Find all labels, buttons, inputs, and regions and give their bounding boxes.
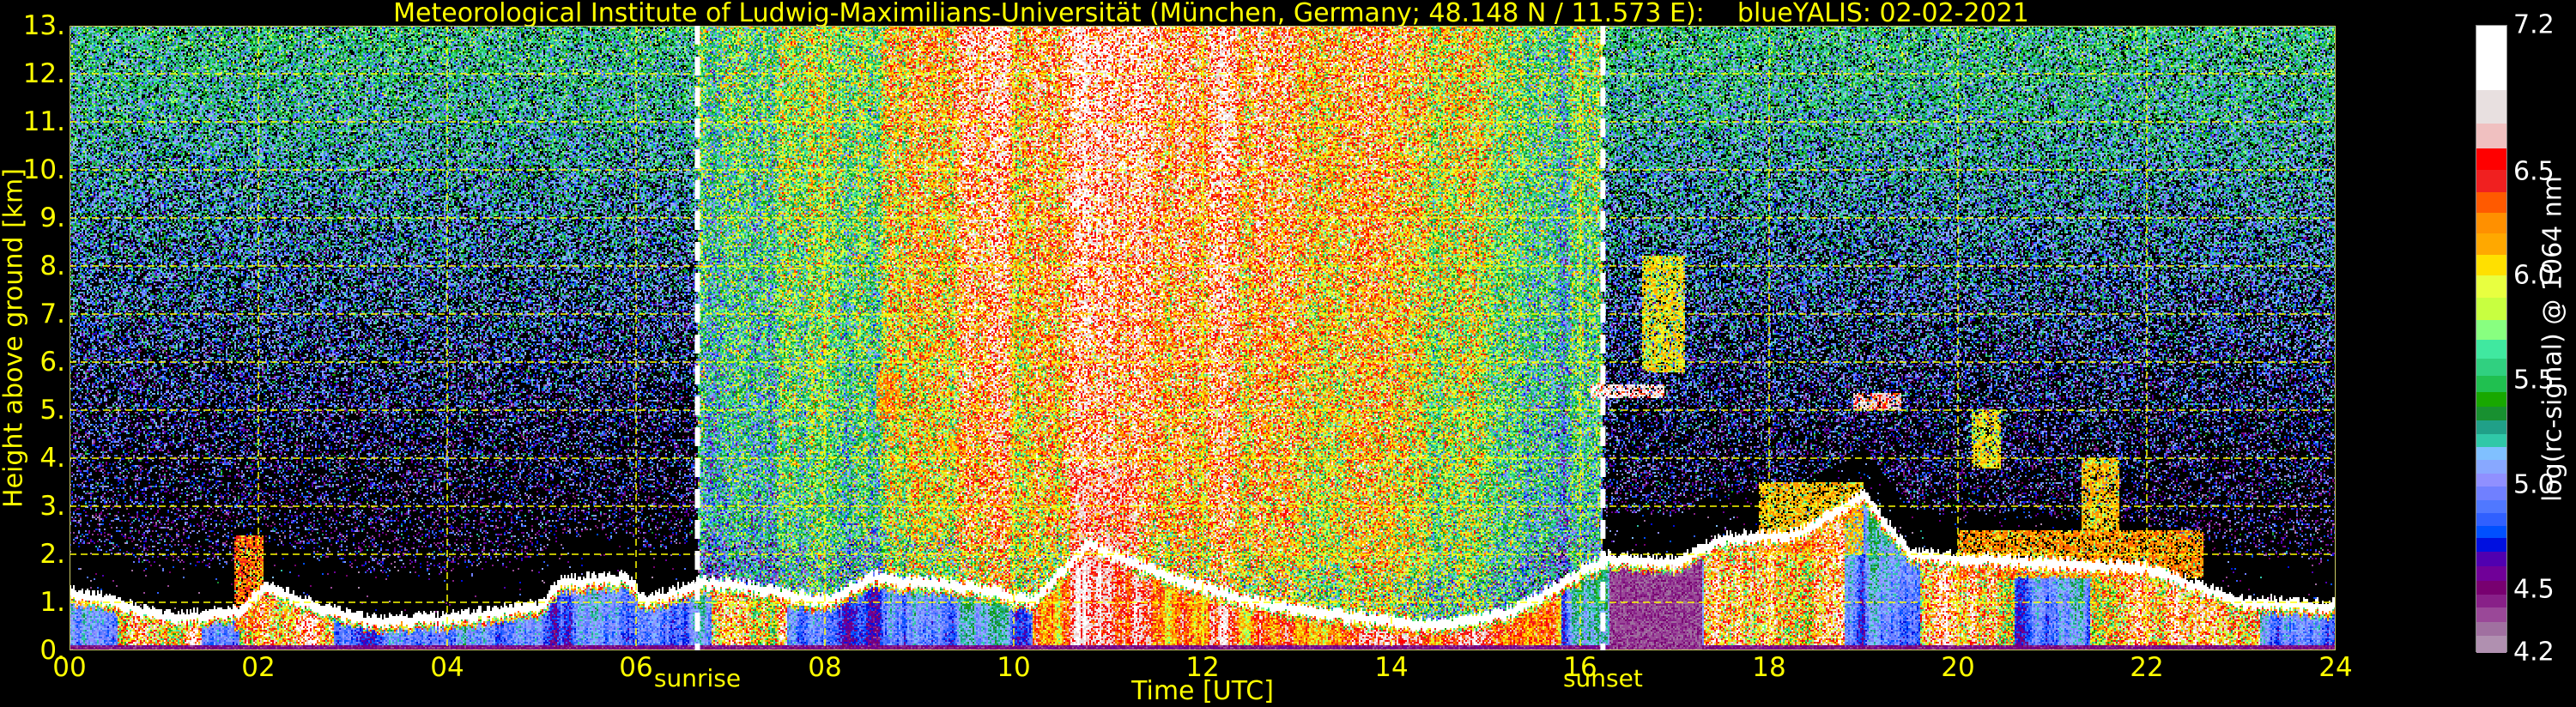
colorbar-segment [2476, 594, 2506, 607]
colorbar-segment [2476, 297, 2506, 321]
y-tick-label: 8. [39, 251, 65, 281]
x-tick-label: 02 [241, 652, 276, 683]
colorbar-segment [2476, 339, 2506, 359]
colorbar-segment [2476, 635, 2506, 654]
y-tick-label: 13. [22, 10, 65, 41]
x-tick-label: 22 [2130, 652, 2164, 683]
colorbar-segment [2476, 621, 2506, 636]
x-tick-label: 06 [619, 652, 653, 683]
y-tick-label: 6. [39, 347, 65, 378]
colorbar-segment [2476, 375, 2506, 392]
colorbar-segment [2476, 123, 2506, 148]
colorbar-segment [2476, 551, 2506, 567]
colorbar-segment [2476, 512, 2506, 526]
colorbar-segment [2476, 358, 2506, 376]
colorbar-segment [2476, 148, 2506, 171]
colorbar-segment [2476, 486, 2506, 500]
colorbar-segment [2476, 212, 2506, 234]
y-tick-label: 12. [22, 58, 65, 89]
y-tick-label: 7. [39, 299, 65, 329]
colorbar-segment [2476, 406, 2506, 420]
colorbar-segment [2476, 607, 2506, 622]
plot-area [70, 26, 2336, 650]
y-tick-label: 11. [22, 106, 65, 137]
x-tick-label: 04 [430, 652, 464, 683]
grid-overlay [70, 26, 2336, 650]
y-tick-label: 2. [39, 539, 65, 570]
x-tick-label: 10 [997, 652, 1031, 683]
colorbar [2476, 25, 2507, 654]
y-tick-label: 1. [39, 587, 65, 618]
colorbar-segment [2476, 433, 2506, 448]
y-tick-label: 0. [39, 635, 65, 666]
y-tick-label: 9. [39, 202, 65, 233]
sunset-label: sunset [1562, 664, 1643, 692]
x-tick-label: 18 [1752, 652, 1786, 683]
y-tick-label: 4. [39, 443, 65, 474]
colorbar-tick-label: 7.2 [2513, 9, 2555, 40]
colorbar-segment [2476, 169, 2506, 192]
colorbar-label: log(rc-signal) @ 1064 nm [2537, 175, 2568, 503]
y-tick-label: 3. [39, 491, 65, 522]
colorbar-segment [2476, 254, 2506, 276]
colorbar-tick-label: 4.2 [2513, 637, 2555, 668]
colorbar-segment [2476, 473, 2506, 487]
colorbar-segment [2476, 499, 2506, 513]
y-tick-label: 5. [39, 395, 65, 426]
colorbar-segment [2476, 565, 2506, 582]
colorbar-segment [2476, 26, 2506, 90]
colorbar-tick-label: 4.5 [2513, 574, 2555, 605]
sunrise-label: sunrise [653, 664, 742, 692]
chart-title: Meteorological Institute of Ludwig-Maxim… [393, 0, 2029, 28]
x-axis-label: Time [UTC] [1131, 676, 1274, 706]
colorbar-segment [2476, 420, 2506, 434]
x-tick-label: 08 [808, 652, 842, 683]
x-tick-label: 24 [2318, 652, 2353, 683]
colorbar-segment [2476, 391, 2506, 407]
colorbar-segment [2476, 275, 2506, 298]
x-tick-label: 20 [1941, 652, 1975, 683]
colorbar-segment [2476, 459, 2506, 474]
colorbar-segment [2476, 446, 2506, 461]
colorbar-segment [2476, 525, 2506, 539]
colorbar-segment [2476, 580, 2506, 595]
colorbar-segment [2476, 537, 2506, 553]
y-tick-label: 10. [22, 154, 65, 185]
colorbar-segment [2476, 191, 2506, 214]
x-tick-label: 14 [1374, 652, 1409, 683]
colorbar-segment [2476, 319, 2506, 341]
colorbar-segment [2476, 89, 2506, 124]
colorbar-segment [2476, 233, 2506, 255]
y-axis-label: Height above ground [km] [0, 168, 29, 508]
